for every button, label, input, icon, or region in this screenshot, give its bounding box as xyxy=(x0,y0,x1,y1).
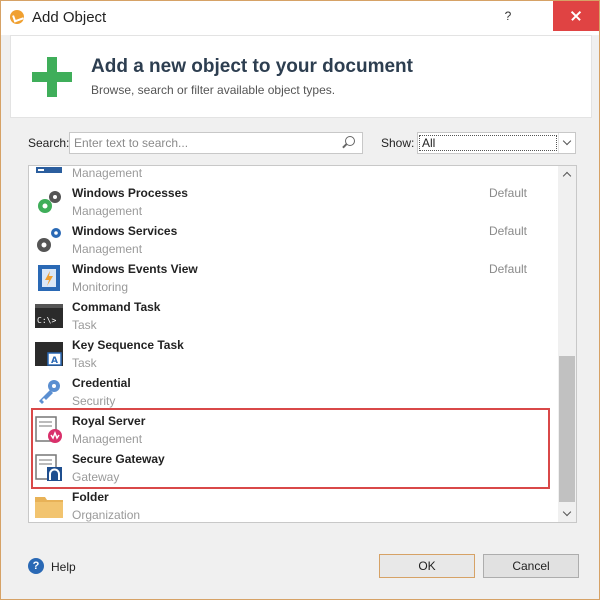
help-link[interactable]: Help xyxy=(51,560,76,574)
header-panel: Add a new object to your document Browse… xyxy=(10,35,592,118)
object-type-list[interactable]: Management Windows Processes Management … xyxy=(28,165,577,523)
dialog-footer: ? Help OK Cancel xyxy=(1,541,599,599)
show-filter-select[interactable]: All xyxy=(417,132,576,154)
ok-button[interactable]: OK xyxy=(379,554,475,578)
windows-events-icon xyxy=(38,265,60,291)
item-category: Security xyxy=(72,394,116,408)
item-category: Task xyxy=(72,318,97,332)
list-scrollbar[interactable] xyxy=(558,166,576,522)
svg-text:A: A xyxy=(51,356,58,366)
list-item[interactable]: Management xyxy=(29,166,559,182)
key-icon xyxy=(39,380,60,404)
item-category: Monitoring xyxy=(72,280,129,294)
title-help-button[interactable]: ? xyxy=(485,1,531,31)
page-title: Add a new object to your document xyxy=(91,56,413,77)
search-label: Search: xyxy=(28,136,70,150)
list-item[interactable]: Folder Organization xyxy=(29,486,559,522)
scroll-thumb[interactable] xyxy=(559,356,575,502)
title-bar: Add Object ? xyxy=(1,1,599,35)
search-icon[interactable] xyxy=(345,136,355,146)
show-selected-value: All xyxy=(419,135,557,151)
plus-icon xyxy=(32,57,72,97)
close-button[interactable] xyxy=(553,1,599,31)
scroll-down-icon[interactable] xyxy=(558,505,576,522)
item-default-badge: Default xyxy=(488,262,527,276)
show-label: Show: xyxy=(381,136,415,150)
windows-services-icon xyxy=(37,228,61,252)
item-name: Credential xyxy=(72,376,131,390)
highlight-box xyxy=(31,408,550,489)
chevron-down-icon[interactable] xyxy=(558,133,575,153)
list-item[interactable]: Windows Events View Monitoring Default xyxy=(29,258,559,296)
help-icon[interactable]: ? xyxy=(28,558,44,574)
list-item[interactable]: A Key Sequence Task Task xyxy=(29,334,559,372)
key-sequence-icon: A xyxy=(35,342,63,366)
windows-processes-icon xyxy=(38,191,61,213)
item-category: Management xyxy=(72,242,143,256)
item-default-badge: Default xyxy=(488,224,527,238)
item-category: Organization xyxy=(72,508,141,522)
item-name: Windows Processes xyxy=(72,186,188,200)
svg-text:C:\>: C:\> xyxy=(37,316,56,325)
search-input[interactable] xyxy=(69,132,363,154)
list-item[interactable]: Windows Processes Management Default xyxy=(29,182,559,220)
item-name: Key Sequence Task xyxy=(72,338,184,352)
item-category: Management xyxy=(72,204,143,218)
item-name: Folder xyxy=(72,490,109,504)
item-name: Command Task xyxy=(72,300,161,314)
server-icon xyxy=(36,167,62,173)
item-category: Task xyxy=(72,356,97,370)
item-name: Windows Services xyxy=(72,224,178,238)
item-category: Management xyxy=(72,166,143,180)
folder-icon xyxy=(35,497,63,518)
item-default-badge: Default xyxy=(488,186,527,200)
window-title: Add Object xyxy=(32,9,107,26)
page-subtitle: Browse, search or filter available objec… xyxy=(91,83,336,97)
command-task-icon: C:\> xyxy=(35,304,63,328)
item-name: Windows Events View xyxy=(72,262,198,276)
scroll-up-icon[interactable] xyxy=(558,166,576,183)
add-object-dialog: Add Object ? Add a new object to your do… xyxy=(0,0,600,600)
list-item[interactable]: C:\> Command Task Task xyxy=(29,296,559,334)
list-item[interactable]: Credential Security xyxy=(29,372,559,410)
cancel-button[interactable]: Cancel xyxy=(483,554,579,578)
list-item[interactable]: Windows Services Management Default xyxy=(29,220,559,258)
app-logo-icon xyxy=(10,10,24,24)
